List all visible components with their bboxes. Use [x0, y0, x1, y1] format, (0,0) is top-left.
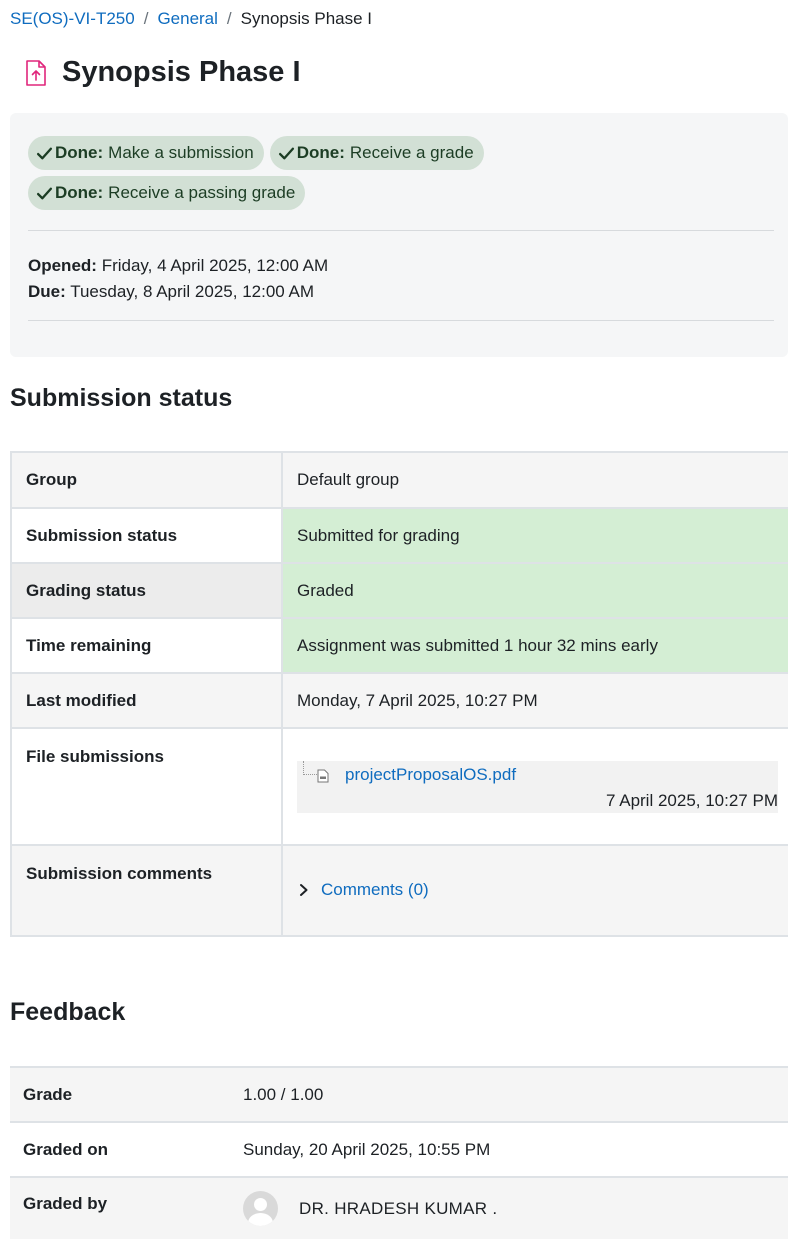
- table-row: Grade 1.00 / 1.00: [10, 1066, 788, 1122]
- avatar: [243, 1191, 278, 1226]
- graded-on-value: Sunday, 20 April 2025, 10:55 PM: [230, 1121, 788, 1177]
- completion-badges: Done: Make a submission Done: Receive a …: [28, 136, 588, 210]
- submission-comments-cell: Comments (0): [281, 844, 788, 937]
- completion-badge-submission: Done: Make a submission: [28, 136, 264, 170]
- due-value: Tuesday, 8 April 2025, 12:00 AM: [70, 282, 315, 301]
- group-value: Default group: [281, 451, 788, 509]
- time-remaining-value: Assignment was submitted 1 hour 32 mins …: [281, 617, 788, 674]
- breadcrumb-separator: /: [226, 9, 232, 28]
- completion-label: Make a submission: [108, 143, 254, 162]
- breadcrumb-section-link[interactable]: General: [157, 9, 217, 29]
- submission-status-value: Submitted for grading: [281, 507, 788, 564]
- table-row: Last modified Monday, 7 April 2025, 10:2…: [10, 672, 788, 729]
- graded-by-cell: DR. HRADESH KUMAR .: [230, 1176, 788, 1239]
- divider: [28, 230, 774, 231]
- activity-dates: Opened: Friday, 4 April 2025, 12:00 AM D…: [28, 253, 328, 305]
- table-row: Group Default group: [10, 451, 788, 509]
- grader-name: DR. HRADESH KUMAR .: [299, 1198, 498, 1218]
- breadcrumb-separator: /: [143, 9, 149, 28]
- table-row: Graded on Sunday, 20 April 2025, 10:55 P…: [10, 1121, 788, 1177]
- completion-status: Done:: [296, 143, 345, 162]
- due-date: Due: Tuesday, 8 April 2025, 12:00 AM: [28, 279, 328, 305]
- last-modified-label: Last modified: [10, 672, 283, 729]
- submitted-file-link[interactable]: projectProposalOS.pdf: [345, 765, 516, 785]
- breadcrumb: SE(OS)-VI-T250 / General / Synopsis Phas…: [10, 9, 372, 29]
- feedback-heading: Feedback: [10, 998, 126, 1026]
- file-submission-item: projectProposalOS.pdf 7 April 2025, 10:2…: [297, 761, 778, 813]
- page-title: Synopsis Phase I: [62, 56, 301, 88]
- table-row: Time remaining Assignment was submitted …: [10, 617, 788, 674]
- completion-badge-grade: Done: Receive a grade: [269, 136, 484, 170]
- table-row: File submissions projectProposalOS.pdf 7…: [10, 727, 788, 846]
- pdf-file-icon: [317, 768, 329, 783]
- divider: [28, 320, 774, 321]
- graded-by-label: Graded by: [10, 1176, 230, 1239]
- time-remaining-label: Time remaining: [10, 617, 283, 674]
- file-submissions-cell: projectProposalOS.pdf 7 April 2025, 10:2…: [281, 727, 788, 846]
- grade-label: Grade: [10, 1066, 230, 1122]
- group-label: Group: [10, 451, 283, 509]
- submission-status-label: Submission status: [10, 507, 283, 564]
- opened-value: Friday, 4 April 2025, 12:00 AM: [101, 256, 329, 275]
- submission-status-table: Group Default group Submission status Su…: [10, 451, 788, 937]
- table-row: Graded by DR. HRADESH KUMAR .: [10, 1176, 788, 1239]
- activity-information: Done: Make a submission Done: Receive a …: [10, 113, 788, 357]
- completion-status: Done:: [55, 183, 104, 202]
- table-row: Grading status Graded: [10, 562, 788, 619]
- comments-link[interactable]: Comments (0): [321, 880, 429, 900]
- grading-status-label: Grading status: [10, 562, 283, 619]
- completion-label: Receive a grade: [349, 143, 474, 162]
- table-row: Submission comments Comments (0): [10, 844, 788, 937]
- page-header: Synopsis Phase I: [24, 56, 301, 89]
- feedback-table: Grade 1.00 / 1.00 Graded on Sunday, 20 A…: [10, 1066, 788, 1239]
- completion-badge-passing-grade: Done: Receive a passing grade: [28, 176, 306, 210]
- grade-value: 1.00 / 1.00: [230, 1066, 788, 1122]
- checkmark-icon: [36, 147, 53, 159]
- assignment-upload-icon: [24, 59, 48, 87]
- tree-connector: [303, 761, 317, 775]
- avatar-head: [254, 1198, 267, 1211]
- graded-on-label: Graded on: [10, 1121, 230, 1177]
- last-modified-value: Monday, 7 April 2025, 10:27 PM: [281, 672, 788, 729]
- completion-label: Receive a passing grade: [108, 183, 296, 202]
- breadcrumb-course-link[interactable]: SE(OS)-VI-T250: [10, 9, 135, 29]
- breadcrumb-current: Synopsis Phase I: [240, 9, 373, 28]
- grader: DR. HRADESH KUMAR .: [243, 1191, 775, 1226]
- submitted-file-date: 7 April 2025, 10:27 PM: [605, 791, 778, 810]
- file-submissions-label: File submissions: [10, 727, 283, 846]
- comments-toggle[interactable]: Comments (0): [297, 880, 784, 900]
- opened-label: Opened:: [28, 256, 97, 275]
- submission-comments-label: Submission comments: [10, 844, 283, 937]
- table-row: Submission status Submitted for grading: [10, 507, 788, 564]
- grading-status-value: Graded: [281, 562, 788, 619]
- chevron-right-icon[interactable]: [297, 883, 311, 897]
- checkmark-icon: [36, 187, 53, 199]
- due-label: Due:: [28, 282, 66, 301]
- opened-date: Opened: Friday, 4 April 2025, 12:00 AM: [28, 253, 328, 279]
- completion-status: Done:: [55, 143, 104, 162]
- checkmark-icon: [278, 147, 294, 159]
- avatar-body: [248, 1213, 273, 1226]
- submission-status-heading: Submission status: [10, 384, 233, 412]
